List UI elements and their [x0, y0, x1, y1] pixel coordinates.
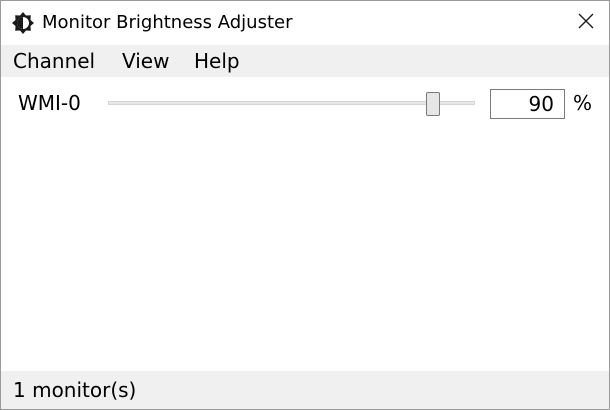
monitor-list: WMI-0 % [1, 77, 609, 371]
menu-channel[interactable]: Channel [13, 48, 95, 74]
status-bar: 1 monitor(s) [1, 371, 609, 409]
brightness-slider[interactable] [108, 101, 475, 105]
menu-view[interactable]: View [122, 48, 169, 74]
percent-unit-label: % [573, 91, 593, 115]
brightness-sun-icon [12, 12, 34, 34]
status-text: 1 monitor(s) [13, 378, 137, 402]
monitor-name-label: WMI-0 [18, 91, 81, 115]
menu-help[interactable]: Help [194, 48, 240, 74]
brightness-value-input[interactable] [490, 89, 565, 119]
app-window: Monitor Brightness Adjuster Channel View… [0, 0, 610, 410]
brightness-slider-thumb[interactable] [426, 92, 440, 116]
close-button[interactable] [563, 1, 609, 45]
close-icon [578, 13, 594, 33]
window-title: Monitor Brightness Adjuster [42, 12, 293, 33]
title-bar[interactable]: Monitor Brightness Adjuster [1, 1, 609, 45]
menu-bar: Channel View Help [1, 45, 609, 77]
